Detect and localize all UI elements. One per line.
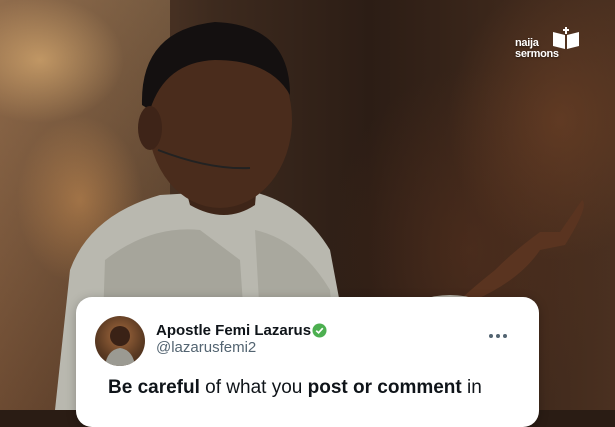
avatar-portrait — [105, 326, 135, 366]
more-horizontal-icon[interactable] — [489, 334, 507, 338]
speaker-arm — [460, 200, 584, 300]
tweet-text: Be careful of what you post or comment i… — [108, 375, 508, 401]
tweet-text-segment: post or comment — [307, 377, 462, 398]
verified-badge-icon — [312, 323, 327, 338]
avatar[interactable] — [95, 316, 145, 366]
speaker-ear — [138, 106, 162, 150]
author-name[interactable]: Apostle Femi Lazarus — [156, 322, 311, 339]
tweet-text-segment: in — [461, 377, 482, 398]
tweet-card: Apostle Femi Lazarus @lazarusfemi2 Be ca… — [76, 297, 539, 427]
naija-sermons-logo: naija sermons — [515, 26, 581, 64]
author-handle[interactable]: @lazarusfemi2 — [156, 339, 256, 356]
tweet-text-segment: Be careful — [108, 377, 200, 398]
logo-line2: sermons — [515, 48, 559, 60]
tweet-text-segment: of what you — [199, 377, 308, 398]
